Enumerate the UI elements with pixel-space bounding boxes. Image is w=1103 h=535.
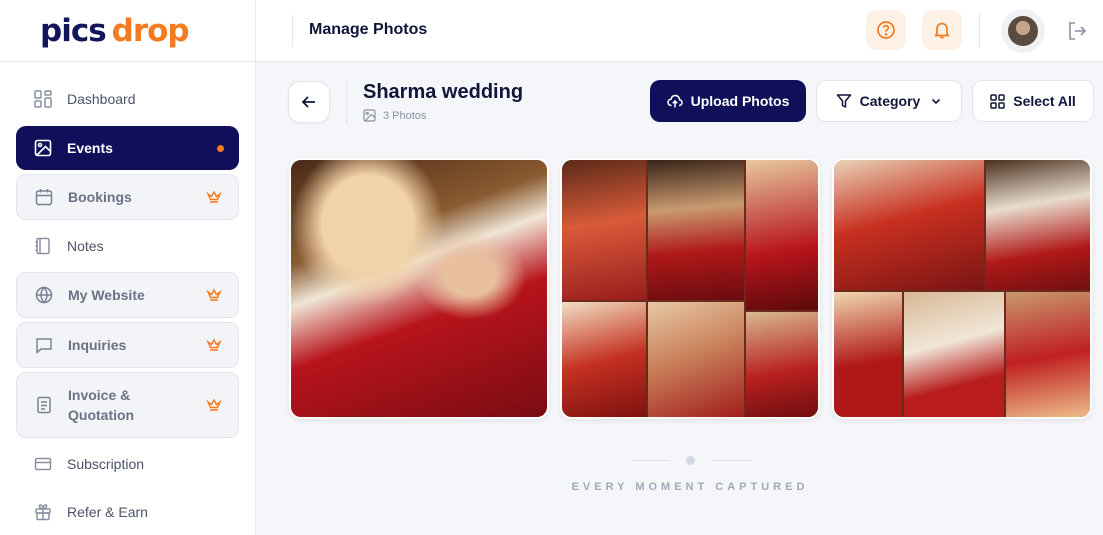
photo-count-label: 3 Photos: [383, 109, 427, 122]
select-all-label: Select All: [1013, 93, 1076, 109]
crown-icon: [206, 288, 222, 301]
invoice-label-line2: Quotation: [68, 407, 135, 423]
sidebar-item-notes[interactable]: Notes: [16, 223, 239, 269]
brand-part2: drop: [111, 12, 190, 49]
crown-icon: [206, 338, 222, 351]
sidebar-item-label: Bookings: [68, 189, 132, 205]
sidebar-item-label: Dashboard: [67, 91, 136, 107]
chevron-down-icon: [932, 98, 941, 105]
sidebar: pics drop Dashboard Events Bookings Note…: [0, 0, 256, 535]
sidebar-item-events[interactable]: Events: [16, 126, 239, 170]
image-icon: [363, 109, 376, 122]
page-title: Manage Photos: [309, 21, 428, 38]
photo-thumbnail[interactable]: [289, 158, 549, 419]
sidebar-item-label: Invoice & Quotation: [68, 385, 134, 425]
category-label: Category: [859, 93, 921, 109]
tagline: EVERY MOMENT CAPTURED: [571, 481, 809, 493]
sidebar-item-subscription[interactable]: Subscription: [16, 441, 239, 487]
sidebar-item-label: Notes: [67, 238, 104, 254]
card-icon: [33, 454, 53, 474]
cloud-upload-icon: [666, 94, 683, 108]
sidebar-item-invoice[interactable]: Invoice & Quotation: [16, 372, 239, 438]
logout-icon[interactable]: [1066, 20, 1088, 42]
divider: [292, 15, 293, 47]
sidebar-item-label: Subscription: [67, 456, 145, 472]
sidebar-item-label: Inquiries: [68, 337, 127, 353]
sidebar-item-refer-earn[interactable]: Refer & Earn: [16, 489, 239, 535]
divider: [979, 12, 980, 48]
help-icon: [877, 21, 895, 39]
crown-icon: [206, 398, 222, 411]
top-header: Manage Photos: [256, 0, 1103, 62]
dashboard-icon: [33, 89, 53, 109]
document-icon: [34, 395, 54, 415]
arrow-left-icon: [301, 96, 315, 108]
globe-icon: [34, 285, 54, 305]
select-all-button[interactable]: Select All: [972, 80, 1094, 122]
bell-icon: [934, 22, 950, 39]
avatar[interactable]: [1001, 9, 1045, 53]
filter-icon: [836, 94, 851, 108]
sidebar-item-label: Events: [67, 140, 113, 156]
help-button[interactable]: [866, 10, 906, 50]
sidebar-item-my-website[interactable]: My Website: [16, 272, 239, 318]
invoice-label-line1: Invoice &: [68, 387, 131, 403]
sidebar-item-label: My Website: [68, 287, 145, 303]
event-title: Sharma wedding: [363, 81, 524, 103]
notes-icon: [33, 236, 53, 256]
photo-thumbnail[interactable]: [560, 158, 820, 419]
image-icon: [33, 138, 53, 158]
divider-decoration: [630, 456, 754, 466]
sidebar-item-label: Refer & Earn: [67, 504, 148, 520]
brand-logo[interactable]: pics drop: [0, 0, 255, 62]
grid-icon: [990, 93, 1005, 109]
avatar-image: [1008, 16, 1038, 46]
calendar-icon: [34, 187, 54, 207]
photo-count: 3 Photos: [363, 109, 426, 122]
crown-icon: [206, 190, 222, 203]
gift-icon: [33, 502, 53, 522]
back-button[interactable]: [288, 81, 330, 123]
sidebar-item-bookings[interactable]: Bookings: [16, 174, 239, 220]
upload-photos-button[interactable]: Upload Photos: [650, 80, 806, 122]
brand-part1: pics: [40, 12, 107, 49]
upload-label: Upload Photos: [690, 93, 790, 109]
sidebar-item-dashboard[interactable]: Dashboard: [16, 76, 239, 122]
sidebar-item-inquiries[interactable]: Inquiries: [16, 322, 239, 368]
divider: [346, 80, 347, 124]
photo-thumbnail[interactable]: [832, 158, 1092, 419]
category-dropdown[interactable]: Category: [816, 80, 962, 122]
chat-icon: [34, 335, 54, 355]
notifications-button[interactable]: [922, 10, 962, 50]
active-dot: [217, 144, 224, 152]
